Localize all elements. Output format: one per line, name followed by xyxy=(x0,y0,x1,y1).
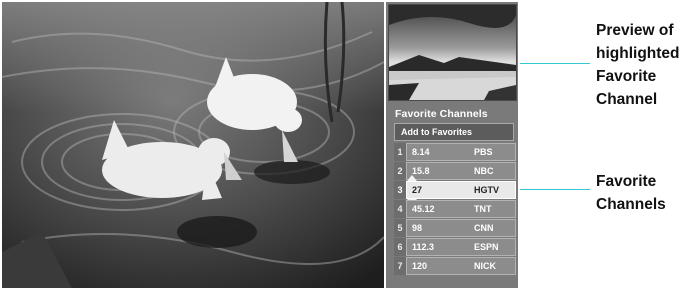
favorite-channel-list: 1 8.14 PBS 2 15.8 NBC 3 27 HGTV 4 45.12 … xyxy=(394,143,516,276)
channel-name: NBC xyxy=(474,166,494,176)
row-index: 1 xyxy=(394,143,406,161)
favorite-channel-row[interactable]: 4 45.12 TNT xyxy=(394,200,516,218)
channel-name: TNT xyxy=(474,204,492,214)
channel-name: NICK xyxy=(474,261,496,271)
ducks-video-frame xyxy=(2,2,384,288)
favorite-channel-row[interactable]: 1 8.14 PBS xyxy=(394,143,516,161)
preview-callout-line xyxy=(520,63,590,64)
favorite-channel-row[interactable]: 6 112.3 ESPN xyxy=(394,238,516,256)
channel-preview xyxy=(388,4,517,101)
favorite-channel-row[interactable]: 5 98 CNN xyxy=(394,219,516,237)
main-video-view xyxy=(2,2,384,288)
channel-name: CNN xyxy=(474,223,494,233)
channel-number: 8.14 xyxy=(412,147,430,157)
row-index: 4 xyxy=(394,200,406,218)
channel-name: ESPN xyxy=(474,242,499,252)
favorite-channel-row-selected[interactable]: 3 27 HGTV xyxy=(394,175,516,205)
scroll-up-arrow-icon[interactable] xyxy=(407,175,417,181)
channel-number: 120 xyxy=(412,261,428,271)
channel-number: 112.3 xyxy=(412,242,435,252)
row-index: 6 xyxy=(394,238,406,256)
favorites-callout-line xyxy=(520,189,590,190)
channel-name: HGTV xyxy=(474,185,500,195)
channel-number: 45.12 xyxy=(412,204,435,214)
channel-name: PBS xyxy=(474,147,493,157)
favorite-channel-row[interactable]: 7 120 NICK xyxy=(394,257,516,275)
panel-title: Favorite Channels xyxy=(395,108,488,120)
row-index: 5 xyxy=(394,219,406,237)
row-index: 7 xyxy=(394,257,406,275)
add-to-favorites-button[interactable]: Add to Favorites xyxy=(394,123,514,141)
lake-landscape-preview xyxy=(389,5,516,100)
favorites-callout-label: Favorite Channels xyxy=(596,173,666,213)
preview-callout-label: Preview of highlighted Favorite Channel xyxy=(596,22,680,108)
row-index: 2 xyxy=(394,162,406,180)
favorites-panel: Favorite Channels Add to Favorites 1 8.1… xyxy=(386,2,518,288)
channel-number: 98 xyxy=(412,223,423,233)
channel-number: 27 xyxy=(412,185,423,195)
row-index: 3 xyxy=(394,181,406,199)
